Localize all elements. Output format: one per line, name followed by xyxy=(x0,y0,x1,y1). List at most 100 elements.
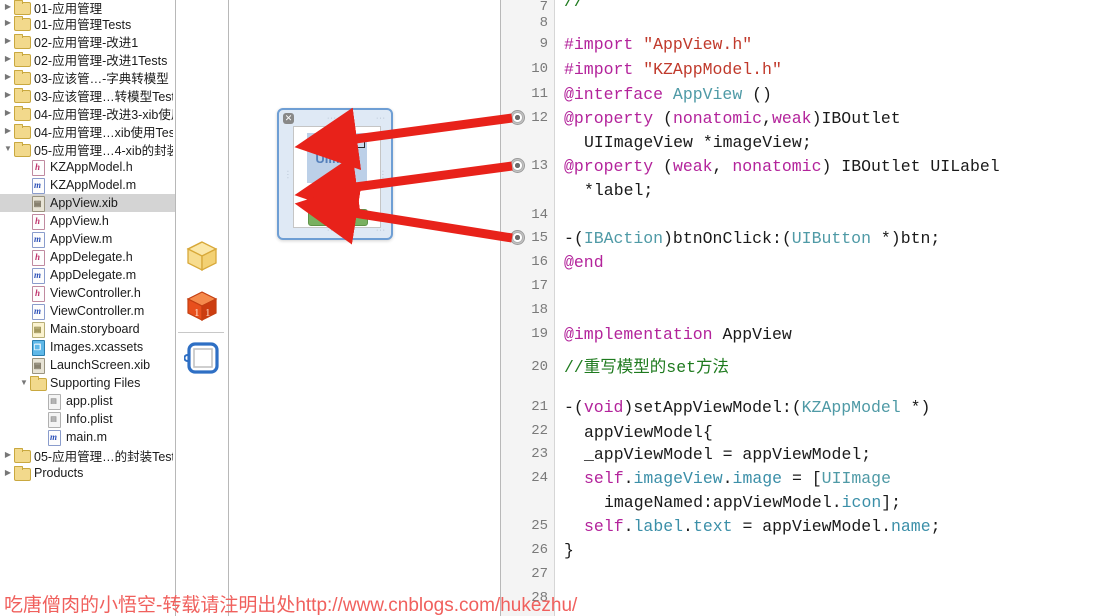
m-icon: m xyxy=(30,178,46,194)
xcassets-icon: ❐ xyxy=(30,340,46,356)
tree-row[interactable]: ▤ Info.plist xyxy=(0,410,175,428)
tree-row[interactable]: ▤ app.plist xyxy=(0,392,175,410)
xib-image-view[interactable]: UIImag xyxy=(306,132,368,184)
chevron-right-icon[interactable] xyxy=(2,451,14,459)
tree-row[interactable]: m AppView.m xyxy=(0,230,175,248)
code-token: //重写模型的set方法 xyxy=(564,358,730,377)
tree-row[interactable]: 03-应该管理…转模型Tests xyxy=(0,86,175,104)
tree-row-label: Images.xcassets xyxy=(50,340,144,354)
tree-row-label: ViewController.h xyxy=(50,286,141,300)
outlet-connection-dot[interactable] xyxy=(510,110,525,125)
line-number-gutter: 7 8 9 10 11 12 13 14 15 16 17 18 19 20 21 22 23 24 25 26 27 2… xyxy=(501,0,555,616)
line-number: 19 xyxy=(531,326,548,342)
folder-icon xyxy=(14,448,31,463)
code-token: @property xyxy=(564,109,664,128)
tree-row[interactable]: m ViewController.m xyxy=(0,302,175,320)
m-icon: m xyxy=(30,232,46,248)
chevron-right-icon[interactable] xyxy=(2,55,14,63)
m-icon: m xyxy=(30,268,46,284)
chevron-right-icon[interactable] xyxy=(2,3,14,11)
resize-dots-top: ··· xyxy=(327,115,337,122)
tree-row[interactable]: 02-应用管理-改进1Tests xyxy=(0,50,175,68)
project-navigator[interactable]: 01-应用管理01-应用管理Tests 02-应用管理-改进1 02-应用管理-改进… xyxy=(0,0,175,616)
code-token: *label; xyxy=(584,181,654,200)
tree-row[interactable]: 05-应用管理…的封装Tests xyxy=(0,446,175,464)
files-owner-cube-icon[interactable] xyxy=(184,238,220,274)
code-line: UIImageView *imageView; xyxy=(584,134,812,152)
chevron-right-icon[interactable] xyxy=(2,127,14,135)
line-number: 18 xyxy=(531,302,548,318)
chevron-right-icon[interactable] xyxy=(2,73,14,81)
tree-row[interactable]: ▤ AppView.xib xyxy=(0,194,175,212)
tree-row[interactable]: 03-应该管…-字典转模型 xyxy=(0,68,175,86)
code-token: "KZAppModel.h" xyxy=(643,60,782,79)
code-line: -(void)setAppViewModel:(KZAppModel *) xyxy=(564,399,930,417)
tree-row[interactable]: m main.m xyxy=(0,428,175,446)
chevron-right-icon[interactable] xyxy=(2,37,14,45)
code-line: @property (weak, nonatomic) IBOutlet UIL… xyxy=(564,157,1000,176)
source-code-editor[interactable]: 7 8 9 10 11 12 13 14 15 16 17 18 19 20 21 22 23 24 25 26 27 2… xyxy=(501,0,1100,616)
tree-row[interactable]: 04-应用管理…xib使用Tests xyxy=(0,122,175,140)
xib-view-window[interactable]: ✕ ··· ··· ··· ··· ··· ··· UIImag Label 下… xyxy=(277,108,393,240)
code-token: @end xyxy=(564,253,604,272)
tree-row-label: AppDelegate.h xyxy=(50,250,133,264)
tree-row[interactable]: 01-应用管理Tests xyxy=(0,14,175,32)
code-line: imageNamed:appViewModel.icon]; xyxy=(604,494,901,512)
code-token: @property xyxy=(564,157,664,176)
code-token: #import xyxy=(564,60,644,79)
xib-download-button[interactable]: 下载 xyxy=(308,209,368,226)
tree-row-label: Info.plist xyxy=(66,412,113,426)
first-responder-cube-icon[interactable]: 1 1 xyxy=(184,288,220,324)
tree-row[interactable]: m KZAppModel.m xyxy=(0,176,175,194)
code-token: weak xyxy=(771,109,812,128)
tree-row[interactable]: h AppView.h xyxy=(0,212,175,230)
code-token: . xyxy=(722,469,733,488)
tree-row[interactable]: 05-应用管理…4-xib的封装 xyxy=(0,140,175,158)
code-token: "AppView.h" xyxy=(643,35,753,54)
watermark-text: 吃唐僧肉的小悟空-转载请注明出处http://www.cnblogs.com/h… xyxy=(4,595,578,616)
folder-icon xyxy=(14,466,31,481)
selection-handle[interactable] xyxy=(337,135,365,148)
tree-row[interactable]: 02-应用管理-改进1 xyxy=(0,32,175,50)
code-token: appViewModel{ xyxy=(584,423,713,442)
close-icon[interactable]: ✕ xyxy=(283,113,294,124)
chevron-right-icon[interactable] xyxy=(2,109,14,117)
tree-row[interactable]: Products xyxy=(0,464,175,482)
tree-row[interactable]: h AppDelegate.h xyxy=(0,248,175,266)
tree-row-label: AppView.m xyxy=(50,232,113,246)
folder-icon xyxy=(14,52,31,67)
chevron-down-icon[interactable] xyxy=(2,145,14,153)
tree-row-label: Products xyxy=(34,466,84,480)
xib-content-view[interactable]: UIImag Label 下载 xyxy=(293,126,381,228)
tree-row[interactable]: h ViewController.h xyxy=(0,284,175,302)
view-object-icon[interactable] xyxy=(184,340,220,376)
tree-row[interactable]: m AppDelegate.m xyxy=(0,266,175,284)
tree-row-label: 03-应该管理…转模型Tests xyxy=(34,89,173,104)
code-token: nonatomic xyxy=(672,109,763,128)
tree-row-label: 04-应用管理…xib使用Tests xyxy=(34,125,173,140)
tree-row[interactable]: ▤ Main.storyboard xyxy=(0,320,175,338)
xib-label[interactable]: Label xyxy=(294,189,382,204)
code-token: , xyxy=(762,109,772,128)
tree-row[interactable]: Supporting Files xyxy=(0,374,175,392)
outlet-connection-dot[interactable] xyxy=(510,158,525,173)
tree-row[interactable]: h KZAppModel.h xyxy=(0,158,175,176)
folder-icon xyxy=(14,124,31,139)
chevron-right-icon[interactable] xyxy=(2,91,14,99)
chevron-right-icon[interactable] xyxy=(2,19,14,27)
chevron-down-icon[interactable] xyxy=(18,379,30,387)
tree-row[interactable]: 01-应用管理 xyxy=(0,0,175,16)
outlet-connection-dot[interactable] xyxy=(510,230,525,245)
code-token: ) xyxy=(811,109,822,128)
line-number: 27 xyxy=(531,566,548,582)
code-text-area[interactable]: //#import "AppView.h" #import "KZAppModel… xyxy=(556,0,1100,616)
tree-row-label: 04-应用管理-改进3-xib使用 xyxy=(34,107,173,122)
interface-builder-canvas[interactable]: ✕ ··· ··· ··· ··· ··· ··· UIImag Label 下… xyxy=(229,0,500,616)
tree-row[interactable]: ❐ Images.xcassets xyxy=(0,338,175,356)
tree-row[interactable]: 04-应用管理-改进3-xib使用 xyxy=(0,104,175,122)
tree-row-label: 02-应用管理-改进1 xyxy=(34,35,139,50)
xib-icon: ▤ xyxy=(30,196,46,212)
tree-row[interactable]: ▤ LaunchScreen.xib xyxy=(0,356,175,374)
chevron-right-icon[interactable] xyxy=(2,469,14,477)
code-token: self xyxy=(584,469,624,488)
